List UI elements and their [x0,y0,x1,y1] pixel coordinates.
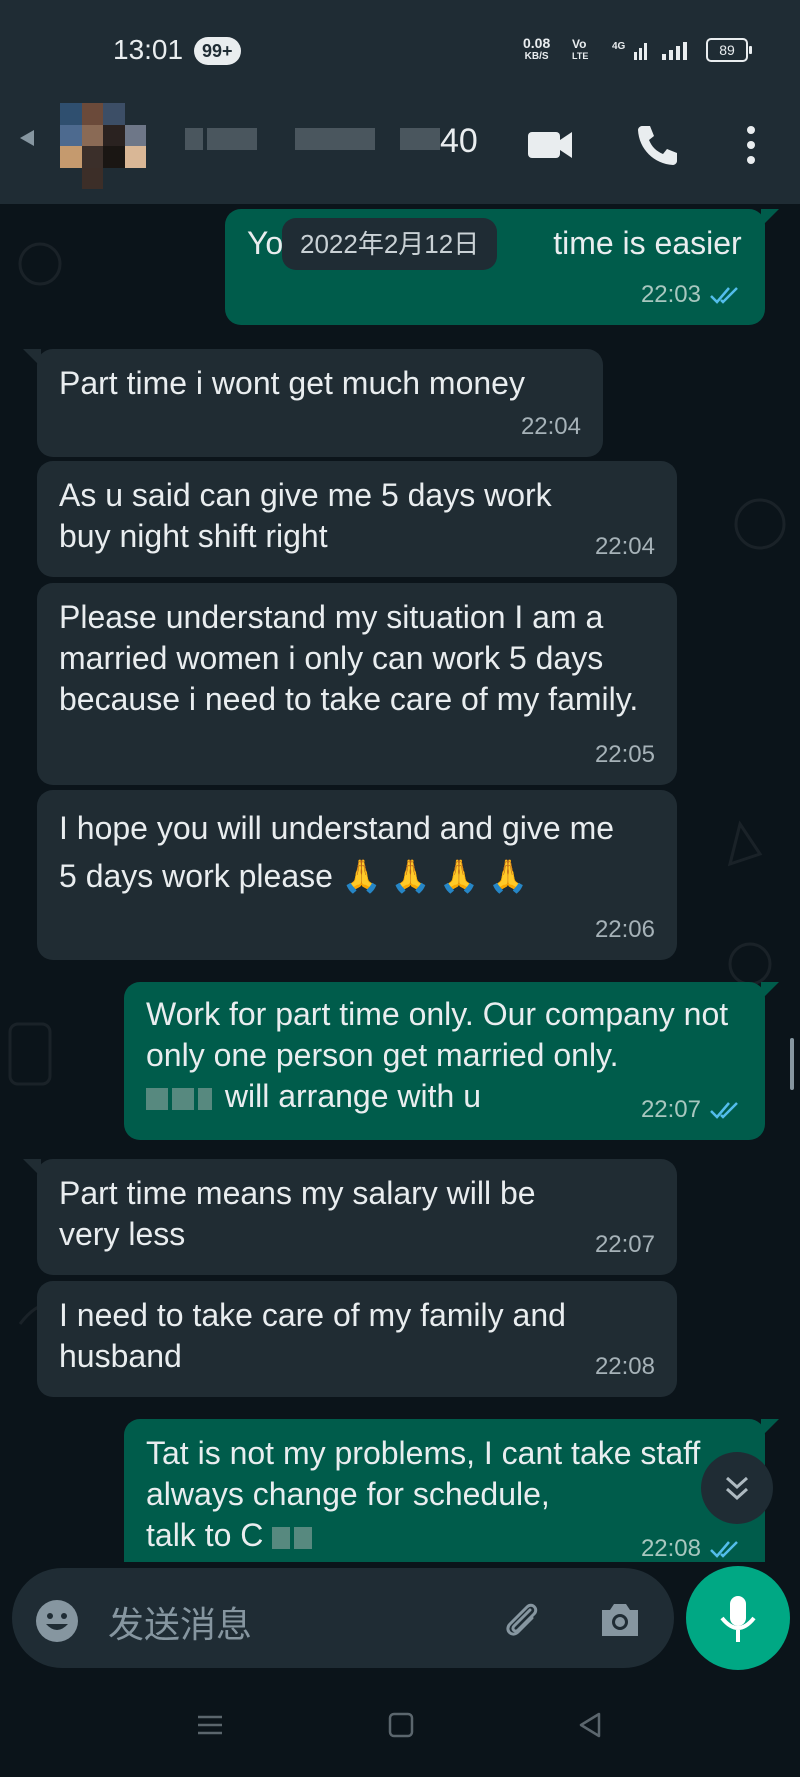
message-meta: 22:04 [521,406,581,447]
phone-icon[interactable] [632,120,682,170]
chat-area[interactable]: Yo time is easier 22:03 2022年2月12日 Part t… [0,204,800,1562]
back-icon[interactable] [575,1710,605,1740]
voice-message-button[interactable] [686,1566,790,1670]
message-time: 22:03 [640,281,701,308]
message-text-suffix: time is easier [553,225,742,261]
bubble-tail [23,349,41,367]
bubble-tail [761,982,779,1000]
message-text: Part time i wont get much money [59,365,525,401]
cellular-4g-icon: 4G [612,41,647,60]
net-speed: 0.08 KB/S [523,36,550,64]
message-text: Part time means my salary will be very l… [59,1175,536,1252]
read-ticks-icon [710,1540,738,1558]
redaction-block [207,128,257,150]
message-meta: 22:05 [595,734,655,775]
message-meta: 22:08 [595,1346,655,1387]
message-incoming[interactable]: I need to take care of my family and hus… [37,1281,677,1397]
recent-apps-icon[interactable] [195,1710,225,1740]
message-text: will arrange with u [224,1078,481,1114]
bubble-tail [23,1159,41,1177]
status-bar: 13:01 99+ 0.08 KB/S Vo LTE 4G 89 [0,0,800,100]
volte-top: Vo [572,37,587,51]
message-time: 22:05 [594,741,655,768]
notification-badge: 99+ [194,37,241,65]
message-text: Yo [247,225,284,261]
message-meta: 22:04 [595,526,655,567]
battery-icon: 89 [706,38,752,62]
date-separator: 2022年2月12日 [282,218,498,270]
double-chevron-down-icon [725,1476,749,1501]
read-ticks-icon [710,286,738,304]
read-ticks-icon [710,1101,738,1119]
message-incoming[interactable]: I hope you will understand and give me 5… [37,790,677,960]
contact-name-suffix: 40 [440,122,478,160]
net-speed-unit: KB/S [524,51,549,62]
signal-icon [662,42,687,60]
message-time: 22:08 [640,1535,701,1562]
message-time: 22:08 [594,1353,655,1380]
redaction-block [172,1087,194,1110]
message-time: 22:04 [594,533,655,560]
emoji-icon[interactable] [34,1598,80,1644]
volte-indicator: Vo LTE [572,38,588,62]
more-options-icon[interactable] [726,120,776,170]
video-call-icon[interactable] [526,120,576,170]
message-text: Tat is not my problems, I cant take staf… [146,1435,701,1512]
scroll-to-bottom-button[interactable] [701,1452,773,1524]
camera-icon[interactable] [596,1596,644,1644]
message-incoming[interactable]: As u said can give me 5 days work buy ni… [37,461,677,577]
message-meta: 22:07 [641,1089,743,1130]
message-input[interactable]: 发送消息 [108,1596,252,1648]
message-outgoing[interactable]: Tat is not my problems, I cant take staf… [124,1419,779,1562]
message-text: As u said can give me 5 days work buy ni… [59,477,552,554]
message-text: talk to C [146,1517,264,1553]
message-incoming[interactable]: Please understand my situation I am a ma… [37,583,677,785]
bubble-tail [761,209,779,227]
message-text: Work for part time only. Our company not… [146,996,729,1073]
redaction-block [295,128,375,150]
message-text: I need to take care of my family and hus… [59,1297,566,1374]
scrollbar-thumb[interactable] [790,1038,794,1090]
message-time: 22:07 [594,1231,655,1258]
message-text: Please understand my situation I am a ma… [59,599,639,717]
redaction-block [400,128,440,150]
microphone-icon [720,1596,756,1642]
message-meta: 22:06 [595,909,655,950]
back-arrow-icon[interactable] [18,128,38,148]
message-meta: 22:07 [595,1224,655,1265]
message-incoming[interactable]: Part time means my salary will be very l… [23,1159,677,1275]
message-time: 22:07 [640,1096,701,1123]
net-speed-value: 0.08 [523,35,551,51]
message-outgoing[interactable]: Work for part time only. Our company not… [124,982,779,1140]
home-icon[interactable] [386,1710,416,1740]
message-time: 22:04 [520,413,581,440]
volte-bottom: LTE [572,51,589,61]
message-text: I hope you will understand and give me 5… [59,810,615,894]
redaction-block [146,1087,168,1110]
message-meta: 22:03 [641,274,743,315]
redaction-block [272,1526,291,1549]
contact-avatar[interactable] [60,103,146,189]
bubble-tail [761,1419,779,1437]
redaction-block [294,1526,313,1549]
message-time: 22:06 [594,916,655,943]
redaction-block [198,1087,212,1110]
message-incoming[interactable]: Part time i wont get much money 22:04 [23,349,603,457]
attachment-clip-icon[interactable] [498,1596,546,1644]
message-meta: 22:08 [641,1528,743,1562]
status-time: 13:01 [113,34,184,65]
network-type-label: 4G [612,41,626,52]
redaction-block [185,128,203,150]
